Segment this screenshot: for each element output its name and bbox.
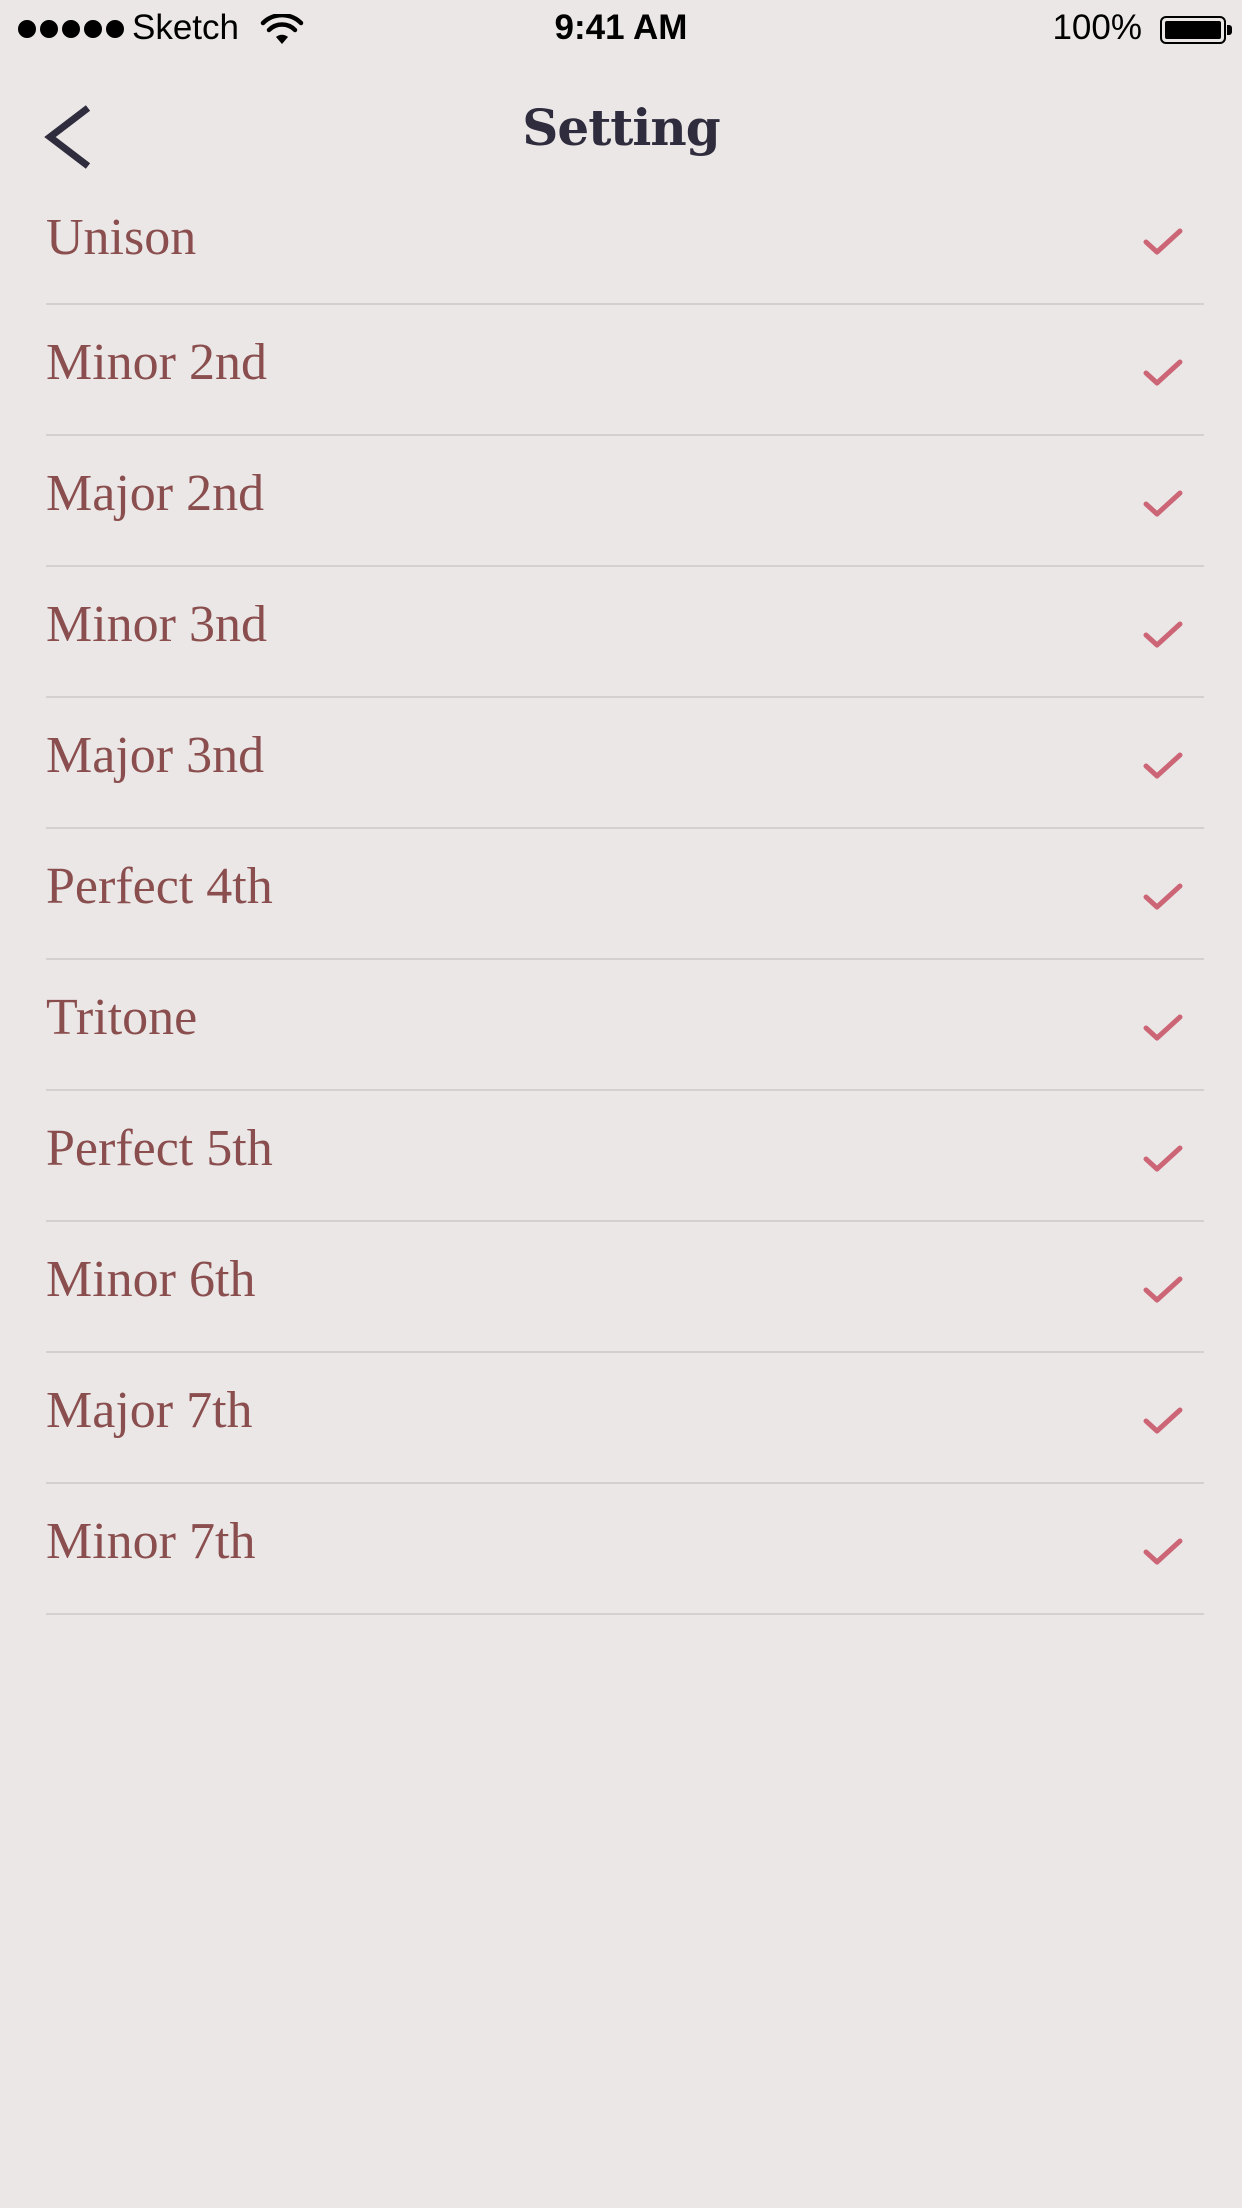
interval-item[interactable]: Perfect 5th [46, 1091, 1204, 1222]
interval-item[interactable]: Minor 6th [46, 1222, 1204, 1353]
interval-label: Major 7th [46, 1382, 253, 1439]
checkmark-icon [1143, 621, 1183, 648]
interval-item[interactable]: Tritone [46, 960, 1204, 1091]
interval-label: Minor 2nd [46, 334, 267, 391]
interval-label: Minor 7th [46, 1513, 256, 1570]
checkmark-icon [1143, 359, 1183, 386]
checkmark-icon [1143, 1538, 1183, 1565]
battery-percentage: 100% [1052, 8, 1142, 47]
checkmark-icon [1143, 1407, 1183, 1434]
interval-label: Major 3nd [46, 727, 265, 784]
interval-label: Unison [46, 209, 197, 266]
page-title: Setting [522, 98, 720, 157]
checkmark-icon [1143, 228, 1183, 255]
checkmark-icon [1143, 1276, 1183, 1303]
interval-item[interactable]: Major 2nd [46, 436, 1204, 567]
checkmark-icon [1143, 883, 1183, 910]
checkmark-icon [1143, 752, 1183, 779]
checkmark-icon [1143, 1145, 1183, 1172]
interval-item[interactable]: Unison [46, 172, 1204, 305]
interval-label: Perfect 5th [46, 1120, 273, 1177]
interval-item[interactable]: Minor 2nd [46, 305, 1204, 436]
interval-item[interactable]: Minor 7th [46, 1484, 1204, 1615]
interval-item[interactable]: Minor 3nd [46, 567, 1204, 698]
interval-label: Major 2nd [46, 465, 265, 522]
checkmark-icon [1143, 1014, 1183, 1041]
interval-label: Tritone [46, 989, 198, 1046]
interval-item[interactable]: Perfect 4th [46, 829, 1204, 960]
interval-item[interactable]: Major 3nd [46, 698, 1204, 829]
interval-label: Minor 6th [46, 1251, 256, 1308]
battery-icon [1160, 16, 1232, 44]
interval-label: Minor 3nd [46, 596, 267, 653]
interval-label: Perfect 4th [46, 858, 273, 915]
interval-item[interactable]: Major 7th [46, 1353, 1204, 1484]
status-bar: Sketch 9:41 AM 100% [0, 0, 1242, 62]
interval-list: Unison Minor 2nd Major 2nd Minor 3nd Maj… [46, 172, 1204, 1615]
checkmark-icon [1143, 490, 1183, 517]
